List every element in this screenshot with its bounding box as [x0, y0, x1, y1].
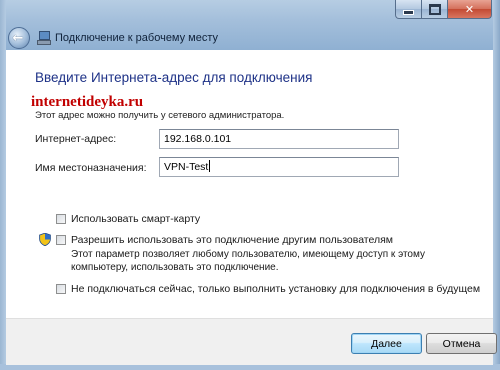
- address-label: Интернет-адрес:: [35, 133, 117, 145]
- uac-shield-icon: [39, 233, 51, 246]
- cancel-button[interactable]: Отмена: [426, 333, 497, 354]
- window-title: Подключение к рабочему месту: [55, 32, 219, 44]
- address-field[interactable]: 192.168.0.101: [159, 129, 399, 149]
- destination-field[interactable]: VPN-Test: [159, 157, 399, 177]
- allow-others-option[interactable]: Разрешить использовать это подключение д…: [56, 234, 393, 246]
- wizard-navbar: ← Подключение к рабочему месту: [6, 26, 493, 50]
- minimize-button[interactable]: [395, 0, 422, 19]
- maximize-button[interactable]: [422, 0, 448, 19]
- caption-buttons: ✕: [395, 0, 492, 20]
- network-connection-icon: [36, 31, 51, 45]
- smart-card-option[interactable]: Использовать смарт-карту: [56, 213, 200, 225]
- allow-others-checkbox[interactable]: [56, 235, 66, 245]
- dialog-window: ✕ ← Подключение к рабочему месту Введите…: [0, 0, 500, 370]
- wizard-content: Введите Интернета-адрес для подключения …: [6, 50, 493, 318]
- page-subtext: Этот адрес можно получить у сетевого адм…: [35, 110, 285, 121]
- back-button[interactable]: ←: [8, 27, 30, 49]
- wizard-footer: Далее Отмена: [6, 318, 497, 365]
- close-button[interactable]: ✕: [448, 0, 492, 19]
- maximize-icon: [428, 3, 441, 15]
- dont-connect-option[interactable]: Не подключаться сейчас, только выполнить…: [56, 283, 480, 295]
- next-button[interactable]: Далее: [351, 333, 422, 354]
- destination-value: VPN-Test: [164, 161, 209, 173]
- minimize-icon: [403, 9, 414, 15]
- dont-connect-label: Не подключаться сейчас, только выполнить…: [71, 283, 481, 295]
- allow-others-label: Разрешить использовать это подключение д…: [71, 234, 394, 246]
- watermark-text: internetideyka.ru: [31, 94, 144, 110]
- window-frame-right: [493, 0, 500, 370]
- text-caret: [209, 160, 211, 172]
- address-value: 192.168.0.101: [164, 133, 232, 145]
- destination-label: Имя местоназначения:: [35, 162, 147, 174]
- allow-others-description-line1: Этот параметр позволяет любому пользоват…: [71, 249, 425, 260]
- dont-connect-checkbox[interactable]: [56, 284, 66, 294]
- back-arrow-icon: ←: [12, 30, 24, 46]
- smart-card-label: Использовать смарт-карту: [71, 213, 201, 225]
- allow-others-description-line2: компьютеру, использовать это подключение…: [71, 262, 279, 273]
- page-heading: Введите Интернета-адрес для подключения: [35, 70, 313, 85]
- close-icon: ✕: [464, 2, 475, 16]
- smart-card-checkbox[interactable]: [56, 214, 66, 224]
